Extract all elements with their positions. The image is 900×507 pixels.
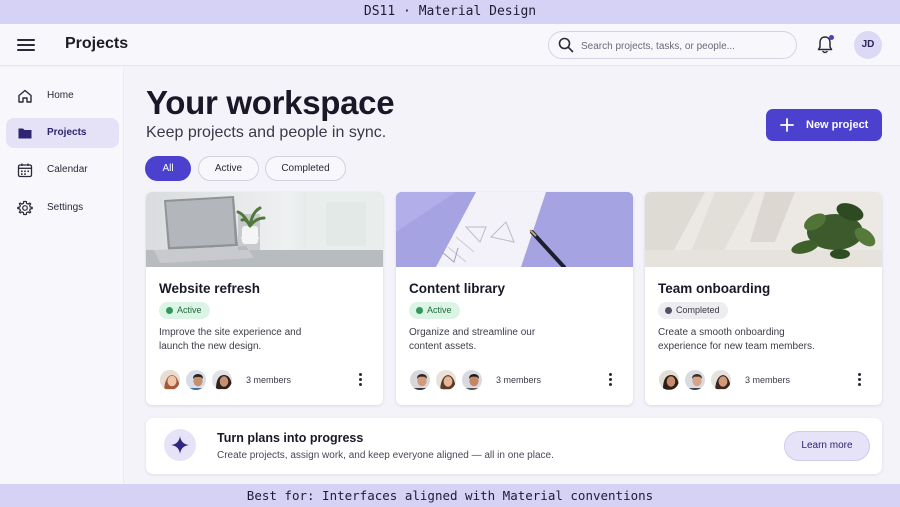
main-content: Your workspace Keep projects and people … xyxy=(125,67,900,484)
avatar xyxy=(683,368,707,392)
promo-title: Turn plans into progress xyxy=(217,431,364,445)
card-description: Organize and streamline our content asset… xyxy=(409,327,536,352)
sidebar-item-home[interactable]: Home xyxy=(6,81,119,111)
project-card[interactable]: Content library Active Organize and stre… xyxy=(396,192,633,405)
avatar xyxy=(709,368,733,392)
folder-icon xyxy=(18,128,32,139)
status-badge: Active xyxy=(159,302,210,319)
member-avatars xyxy=(657,368,817,392)
sidebar-item-label: Home xyxy=(47,90,74,101)
project-card[interactable]: Website refresh Active Improve the site … xyxy=(146,192,383,405)
promo-text: Create projects, assign work, and keep e… xyxy=(217,450,554,461)
plus-icon xyxy=(780,118,794,132)
user-avatar[interactable]: JD xyxy=(854,31,882,59)
search-input[interactable] xyxy=(581,37,786,55)
filter-chip-completed[interactable]: Completed xyxy=(265,156,346,181)
card-description: Improve the site experience and launch th… xyxy=(159,327,302,352)
avatar xyxy=(158,368,182,392)
sidebar-item-label: Settings xyxy=(47,202,84,213)
search-icon xyxy=(558,37,574,53)
bottom-banner: Best for: Interfaces aligned with Materi… xyxy=(0,484,900,507)
avatar xyxy=(408,368,432,392)
status-badge: Active xyxy=(409,302,460,319)
project-image-plant xyxy=(645,192,882,267)
member-count: 3 members xyxy=(496,375,542,385)
card-description: Create a smooth onboarding experience for… xyxy=(658,327,815,352)
home-icon xyxy=(18,89,32,103)
sparkle-icon xyxy=(164,429,196,461)
avatar xyxy=(210,368,234,392)
sidebar-item-label: Projects xyxy=(47,127,87,138)
avatar xyxy=(657,368,681,392)
search-bar[interactable] xyxy=(548,31,797,59)
avatar xyxy=(434,368,458,392)
member-count: 3 members xyxy=(246,375,292,385)
card-title: Team onboarding xyxy=(658,281,771,296)
project-image-notebook xyxy=(396,192,633,267)
member-avatars xyxy=(158,368,318,392)
project-image-laptop xyxy=(146,192,383,267)
learn-more-button[interactable]: Learn more xyxy=(784,431,870,461)
notification-dot xyxy=(829,35,834,40)
page-title: Your workspace xyxy=(146,84,395,121)
project-card[interactable]: Team onboarding Completed Create a smoot… xyxy=(645,192,882,405)
new-project-button[interactable]: New project xyxy=(766,109,882,141)
promo-banner: Turn plans into progress Create projects… xyxy=(146,418,882,474)
app-title: Projects xyxy=(65,35,129,52)
avatar xyxy=(184,368,208,392)
filter-chip-all[interactable]: All xyxy=(145,156,191,181)
sidebar-item-calendar[interactable]: Calendar xyxy=(6,155,119,185)
member-avatars xyxy=(408,368,568,392)
more-options-icon[interactable] xyxy=(606,373,614,387)
menu-icon[interactable] xyxy=(16,36,36,54)
sidebar-item-settings[interactable]: Settings xyxy=(6,193,119,223)
notifications-button[interactable] xyxy=(816,35,836,55)
member-count: 3 members xyxy=(745,375,791,385)
card-title: Content library xyxy=(409,281,506,296)
avatar xyxy=(460,368,484,392)
status-badge: Completed xyxy=(658,302,728,319)
top-banner: DS11 · Material Design xyxy=(0,0,900,24)
more-options-icon[interactable] xyxy=(855,373,863,387)
gear-icon xyxy=(17,200,33,216)
calendar-icon xyxy=(17,163,33,178)
page-subtitle: Keep projects and people in sync. xyxy=(146,124,387,141)
filter-chip-active[interactable]: Active xyxy=(198,156,259,181)
new-project-label: New project xyxy=(806,119,869,131)
app-bar: Projects JD xyxy=(0,24,900,66)
sidebar-item-label: Calendar xyxy=(47,164,88,175)
sidebar: Home Projects Calendar Settings xyxy=(0,67,124,484)
sidebar-item-projects[interactable]: Projects xyxy=(6,118,119,148)
card-title: Website refresh xyxy=(159,281,261,296)
more-options-icon[interactable] xyxy=(356,373,364,387)
